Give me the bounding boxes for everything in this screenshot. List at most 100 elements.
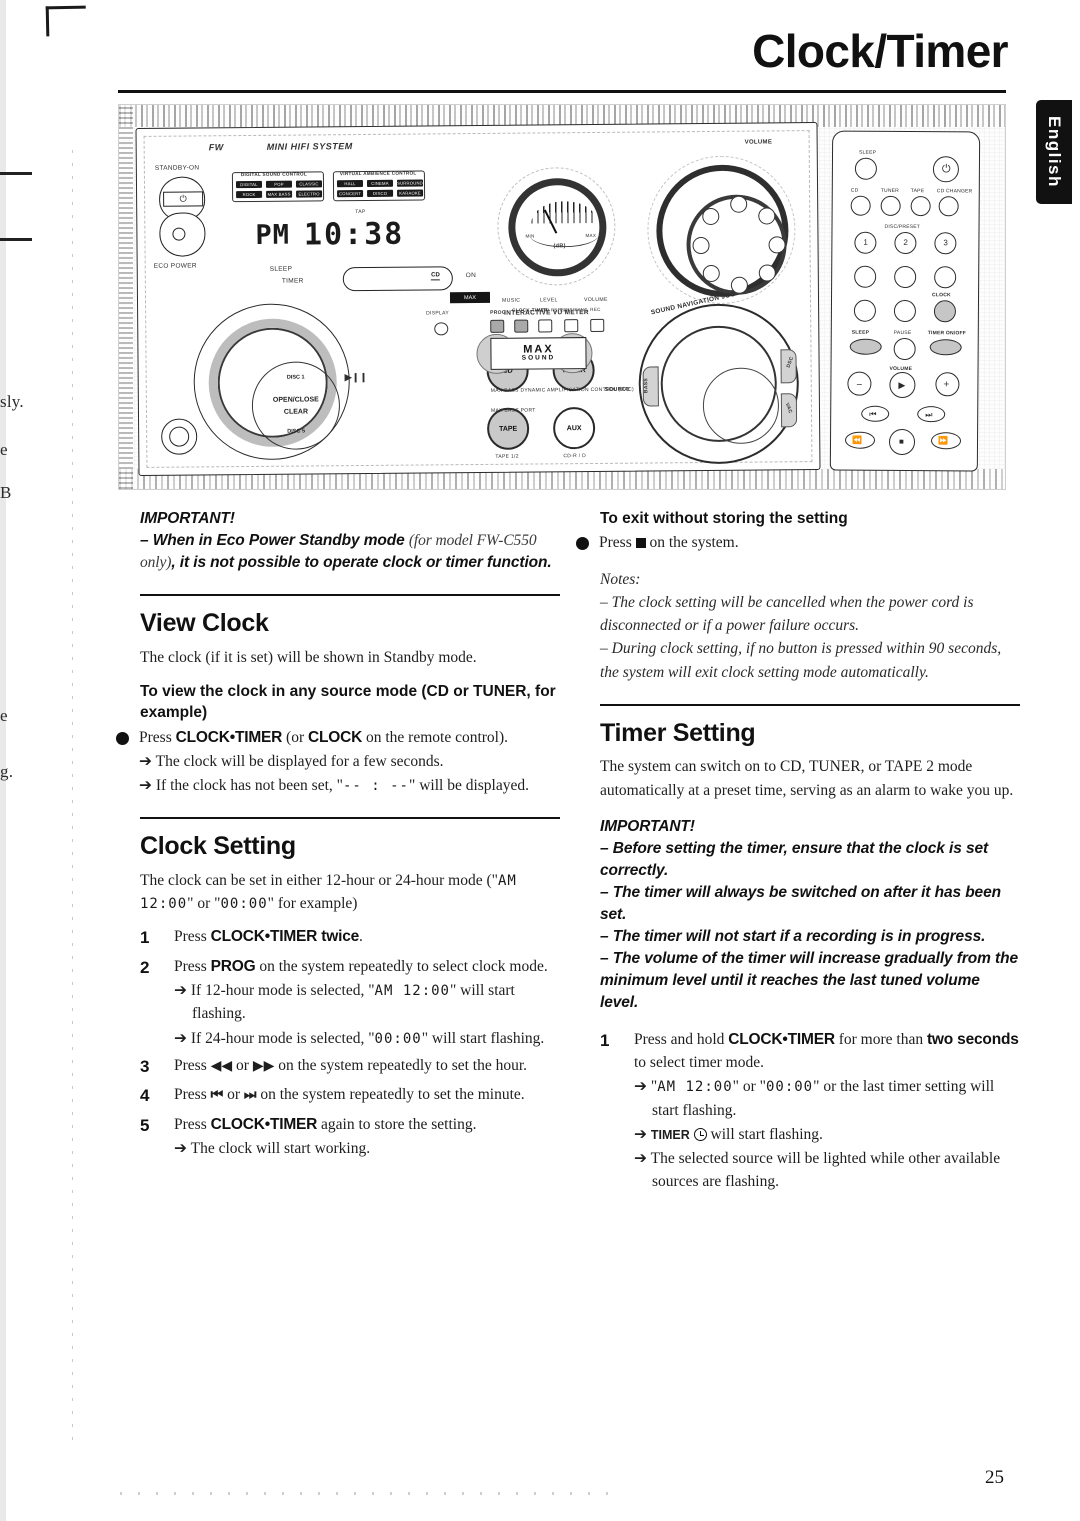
margin-bleed-text: sly. [0, 392, 24, 411]
display-button-label: DISPLAY [426, 310, 450, 317]
remote-number-9[interactable] [893, 299, 917, 323]
view-clock-arrow-1-text: The clock will be displayed for a few se… [155, 752, 444, 770]
transport-stop-clear[interactable]: CLEAR [253, 408, 339, 416]
remote-cd-button[interactable] [850, 195, 871, 216]
remote-tuner-button[interactable] [880, 195, 901, 216]
disc-label-bottom: DISC 5 [287, 428, 306, 435]
digital-sound-control-group: DIGITAL SOUND CONTROL DIGITAL POP CLASSI… [231, 171, 325, 203]
margin-bleed-text: e [0, 706, 8, 725]
vu-meter-ticks-icon [531, 201, 597, 224]
remote-number-2-label: 2 [903, 237, 909, 248]
clock-timer-button[interactable] [514, 319, 529, 333]
dsc-button-pop[interactable]: POP [265, 180, 293, 188]
sleep-label: SLEEP [269, 265, 293, 273]
right-text-column: To exit without storing the setting Pres… [576, 508, 1020, 1194]
eco-power-button[interactable] [159, 212, 206, 257]
vac-button-hall[interactable]: HALL [336, 179, 364, 188]
disc-carousel-control[interactable]: DISC 1 OPEN/CLOSE CLEAR DISC 5 ▶❙❙ [193, 303, 368, 461]
cd-tray[interactable]: CD [342, 266, 453, 292]
vu-meter-bezel: MIN MAX (dB) [496, 166, 616, 286]
clock-setting-intro-post: " for example) [267, 895, 358, 912]
headphone-jack[interactable] [161, 418, 198, 455]
arrow-icon: ➔ [634, 1149, 647, 1168]
important-body: – When in Eco Power Standby mode (for mo… [140, 530, 560, 574]
remote-clock-button[interactable] [933, 300, 957, 323]
remote-timer-onoff-button[interactable] [929, 339, 962, 356]
remote-pause-button[interactable] [893, 337, 916, 361]
remote-sleep-button[interactable] [854, 157, 877, 180]
power-icon: ⏻ [163, 191, 204, 207]
remote-tape-button[interactable] [910, 196, 931, 217]
dsc-button-digital[interactable]: DIGITAL [235, 180, 263, 189]
important-block-right: IMPORTANT! – Before setting the timer, e… [600, 816, 1020, 1014]
step-4: 4 Press ⏮ or ⏭ on the system repeatedly … [140, 1083, 560, 1109]
source-caption-aux: CD-R / D [563, 453, 587, 460]
remote-number-4[interactable] [854, 265, 877, 288]
source-button-tape[interactable]: TAPE [486, 407, 530, 450]
exit-press-word: Press [599, 534, 632, 552]
next-track-icon: ⏭ [243, 1087, 257, 1104]
headphone-jack-icon [169, 426, 190, 447]
vu-meter-ring: MIN MAX (dB) [507, 177, 607, 277]
jog-dial-mid-ring [660, 325, 780, 445]
lcd-24h-timer: 00:00 [765, 1079, 814, 1096]
step-2-arrow-1: ➔ If 12-hour mode is selected, "AM 12:00… [174, 979, 560, 1026]
cd-tray-mark: CD [431, 272, 440, 281]
section-heading-clock-setting: Clock Setting [140, 832, 296, 861]
remote-number-6[interactable] [934, 266, 957, 289]
key-clock: CLOCK [308, 728, 363, 746]
arrow-icon: ➔ [139, 776, 152, 794]
step-number: 2 [140, 957, 150, 977]
remote-number-7[interactable] [853, 299, 877, 322]
step-3-post: on the system repeatedly to set the hour… [278, 1056, 528, 1074]
bullet-dot-icon [116, 731, 129, 745]
source-button-aux[interactable]: AUX [552, 406, 596, 450]
remote-tuner-label: TUNER [880, 187, 900, 194]
display-button[interactable] [434, 322, 449, 336]
vac-button-karaoke[interactable]: KARAOKE [397, 189, 424, 197]
dsc-button-electro[interactable]: ELECTRO [296, 190, 323, 198]
prog-button[interactable] [490, 319, 505, 333]
auto-replay-button[interactable] [538, 319, 553, 333]
vu-meter-face: MIN MAX (dB) [515, 185, 600, 270]
play-pause-icon[interactable]: ▶❙❙ [345, 372, 368, 383]
plus-sync-button-label: PLUS/SYNC [560, 307, 588, 313]
max-sound-line2: SOUND [521, 354, 556, 362]
section-heading-timer-setting: Timer Setting [600, 718, 756, 747]
step-4-mid: or [227, 1086, 241, 1104]
bullet-tail-text: on the remote control). [365, 728, 509, 746]
key-clock-timer-again: CLOCK•TIMER [210, 1115, 318, 1133]
margin-dash [0, 172, 32, 175]
bullet-mid-word: (or [286, 728, 305, 746]
step-2-arrow-2-pre: If 24-hour mode is selected, " [190, 1029, 375, 1047]
bullet-press-word: Press [139, 728, 172, 746]
step-2-arrow-1-pre: If 12-hour mode is selected, " [190, 982, 375, 999]
virtual-ambience-control-group: VIRTUAL AMBIENCE CONTROL HALL CINEMA SUR… [332, 170, 426, 202]
next-track-icon: ⏭ [925, 410, 933, 420]
vac-button-surround[interactable]: SURROUND [396, 179, 424, 187]
remote-cd-changer-button[interactable] [938, 196, 959, 217]
remote-sleep-oval-button[interactable] [849, 338, 882, 355]
dsc-button-classic[interactable]: CLASSIC [295, 180, 323, 188]
sound-navigation-jog-dial[interactable]: DSC VAC BASS [638, 303, 800, 465]
step-body: Press and hold CLOCK•TIMER for more than… [634, 1028, 1020, 1194]
view-clock-bullet-body: Press CLOCK•TIMER (or CLOCK on the remot… [139, 726, 560, 798]
volume-knob[interactable] [646, 155, 797, 305]
remote-control: SLEEP ⏻ CD TUNER TAPE CD CHANGER DISC/PR… [829, 130, 981, 472]
remote-number-3-label: 3 [943, 238, 949, 248]
eco-power-indicator-icon [172, 227, 186, 241]
lcd-12h-timer: AM 12:00 [657, 1079, 733, 1096]
vac-button-cinema[interactable]: CINEMA [366, 179, 394, 187]
remote-number-5[interactable] [894, 265, 917, 289]
arrow-icon: ➔ [634, 1124, 647, 1143]
step-body: Press ◀◀ or ▶▶ on the system repeatedly … [174, 1054, 560, 1080]
vac-group-label: VIRTUAL AMBIENCE CONTROL [339, 170, 417, 177]
vac-button-concert[interactable]: CONCERT [337, 189, 364, 198]
vac-button-disco[interactable]: DISCO [367, 189, 394, 197]
dsc-button-maxbass[interactable]: MAX BASS [266, 190, 293, 198]
transport-open-close[interactable]: OPEN/CLOSE [253, 396, 339, 404]
dsc-button-rock[interactable]: ROCK [236, 190, 263, 199]
rec-button[interactable] [590, 318, 605, 333]
plus-sync-button[interactable] [564, 319, 579, 333]
exit-tail-text: on the system. [649, 534, 739, 552]
